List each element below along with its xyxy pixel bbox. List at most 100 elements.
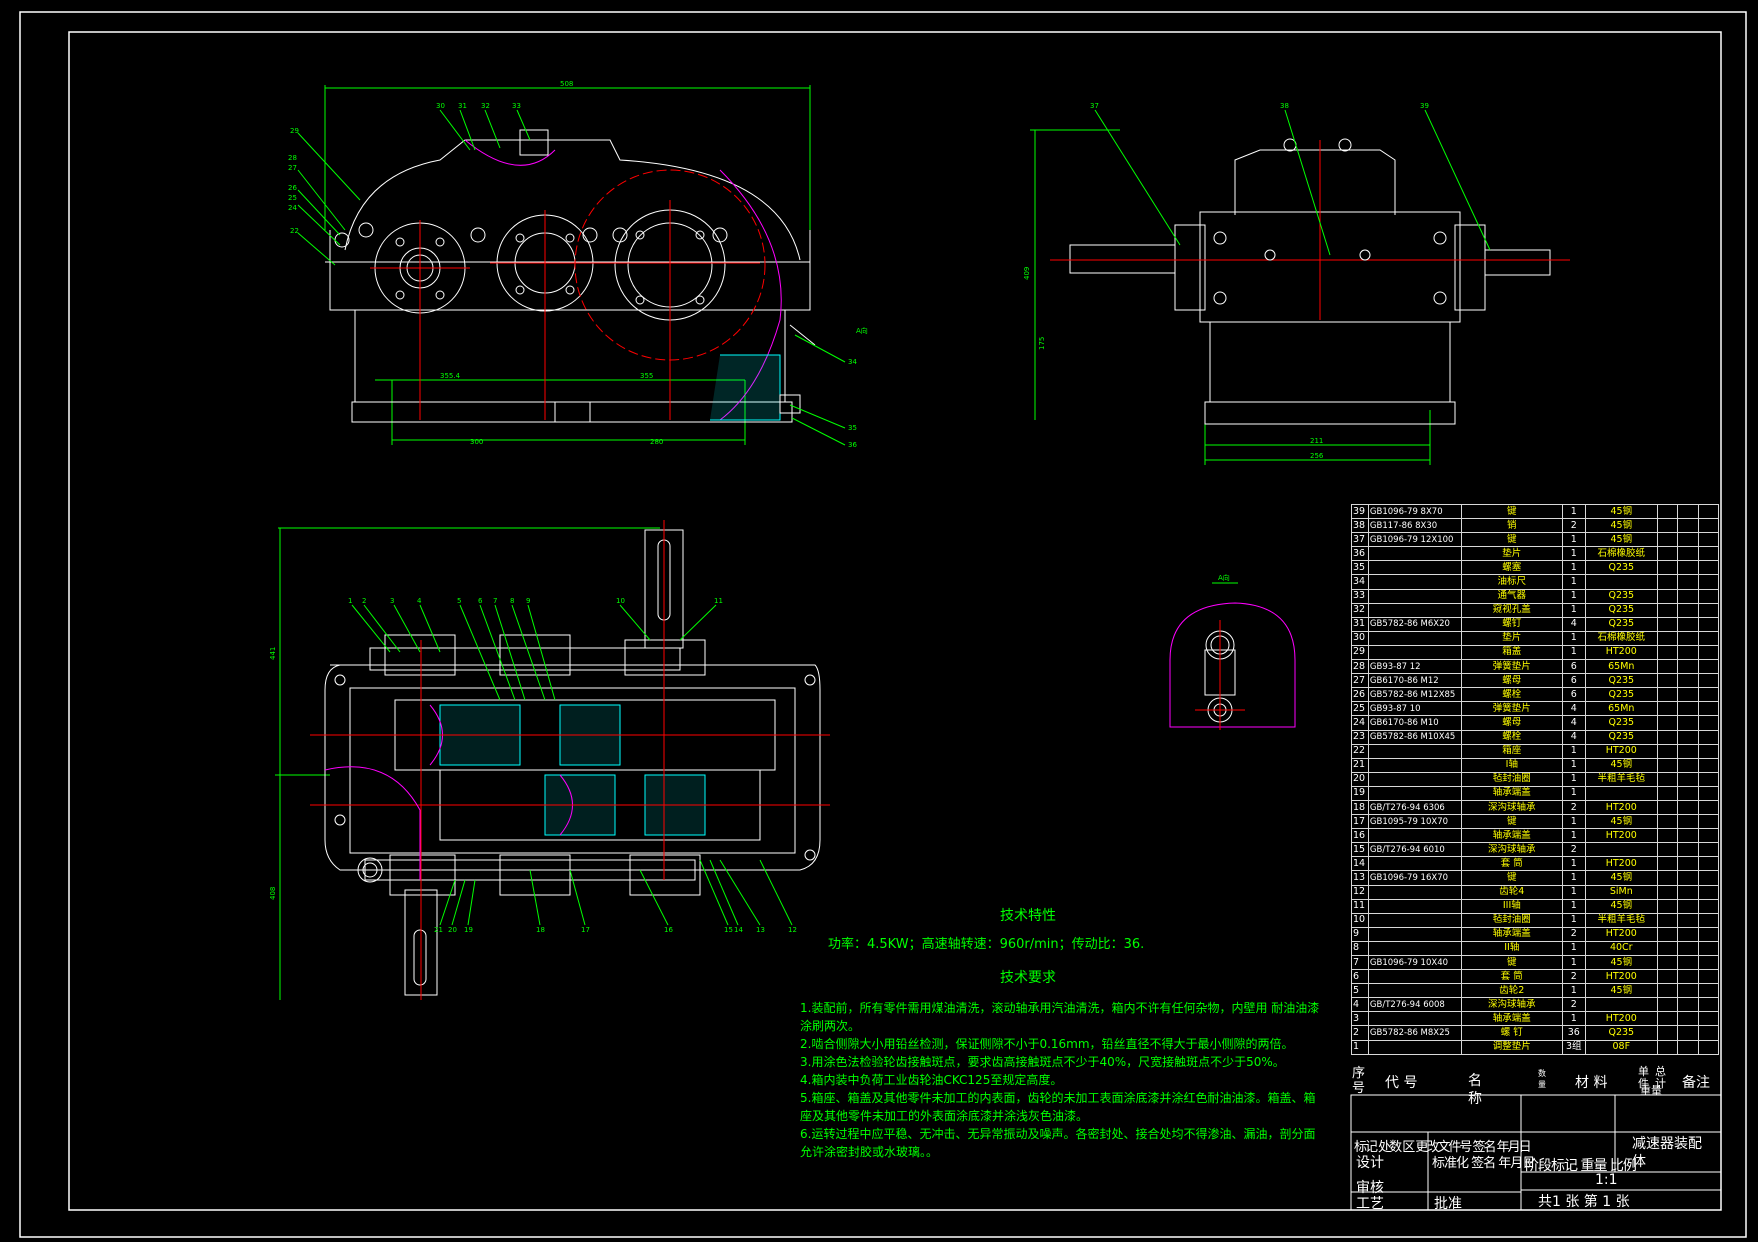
bom-cell-qty: 1: [1561, 828, 1586, 844]
bom-cell-no: 26: [1351, 687, 1369, 703]
bom-cell-empty: [1677, 602, 1699, 618]
bom-cell-name: III轴: [1460, 898, 1563, 914]
bom-cell-empty: [1656, 715, 1679, 731]
bom-cell-no: 9: [1351, 926, 1369, 942]
bom-cell-empty: [1697, 940, 1720, 957]
svg-text:280: 280: [650, 438, 663, 446]
bom-cell-no: 7: [1351, 954, 1369, 971]
bom-cell-name: 销: [1460, 518, 1563, 534]
bom-row: 15 GB/T276-94 6010 深沟球轴承 2: [1351, 842, 1720, 858]
bom-cell-name: 深沟球轴承: [1460, 842, 1563, 858]
bom-cell-empty: [1677, 785, 1699, 801]
bom-cell-no: 13: [1351, 870, 1369, 886]
bom-cell-qty: 2: [1561, 518, 1586, 534]
bom-cell-empty: [1697, 673, 1720, 689]
bom-cell-mat: 45钢: [1584, 518, 1658, 534]
bom-cell-empty: [1697, 602, 1720, 618]
bom-cell-empty: [1697, 969, 1720, 985]
bom-cell-empty: [1697, 757, 1720, 773]
bom-cell-no: 28: [1351, 659, 1369, 675]
svg-text:15: 15: [724, 926, 733, 934]
bom-row: 1 调整垫片 3组 08F: [1351, 1039, 1720, 1055]
bom-cell-code: [1367, 560, 1462, 576]
svg-text:19: 19: [464, 926, 473, 934]
svg-text:9: 9: [526, 597, 530, 605]
bom-cell-empty: [1697, 828, 1720, 844]
bom-cell-empty: [1677, 1039, 1699, 1055]
detail-a-view: A向: [1169, 573, 1296, 730]
bom-cell-no: 24: [1351, 715, 1369, 731]
bom-cell-empty: [1677, 757, 1699, 773]
bom-cell-empty: [1697, 884, 1720, 900]
bom-cell-name: 螺栓: [1460, 687, 1563, 703]
bom-row: 14 套 筒 1 HT200: [1351, 856, 1720, 872]
svg-text:300: 300: [470, 438, 483, 446]
bom-cell-name: 箱座: [1460, 743, 1563, 759]
bom-cell-mat: HT200: [1584, 856, 1658, 872]
svg-text:256: 256: [1310, 452, 1324, 460]
bom-row: 29 箱盖 1 HT200: [1351, 644, 1720, 661]
bom-cell-empty: [1697, 715, 1720, 731]
bom-cell-empty: [1677, 1025, 1699, 1041]
bom-cell-empty: [1697, 814, 1720, 830]
bom-cell-empty: [1656, 1025, 1679, 1041]
bom-cell-no: 6: [1351, 969, 1369, 985]
tb-process: 工艺: [1356, 1196, 1384, 1212]
tech-req-item: 3.用涂色法检验轮齿接触斑点，要求齿高接触斑点不少于40%，尺宽接触斑点不少于5…: [800, 1055, 1285, 1069]
tech-char-title: 技术特性: [1000, 908, 1056, 924]
bom-cell-empty: [1656, 560, 1679, 576]
bom-cell-empty: [1656, 842, 1679, 858]
bom-cell-empty: [1677, 870, 1699, 886]
bom-cell-mat: 45钢: [1584, 814, 1658, 830]
bom-cell-qty: 6: [1561, 673, 1586, 689]
bom-cell-mat: Q235: [1584, 560, 1658, 576]
bom-cell-no: 15: [1351, 842, 1369, 858]
bom-cell-empty: [1697, 1039, 1720, 1055]
bom-cell-mat: 45钢: [1584, 757, 1658, 773]
tb-drawing-name: 减速器装配体: [1632, 1136, 1702, 1170]
bom-cell-code: GB1096-79 12X100: [1367, 532, 1462, 548]
svg-text:14: 14: [734, 926, 743, 934]
bom-row: 6 套 筒 2 HT200: [1351, 969, 1720, 985]
bom-cell-empty: [1677, 659, 1699, 675]
bom-cell-qty: 2: [1561, 799, 1586, 816]
bom-cell-empty: [1677, 518, 1699, 534]
bom-cell-empty: [1697, 1025, 1720, 1041]
bom-cell-qty: 2: [1561, 969, 1586, 985]
bom-cell-mat: Q235: [1584, 1025, 1658, 1041]
bom-cell-empty: [1677, 940, 1699, 957]
bom-cell-name: 轴承端盖: [1460, 926, 1563, 942]
bom-cell-qty: 1: [1561, 884, 1586, 900]
bom-cell-empty: [1697, 997, 1720, 1013]
bom-cell-empty: [1656, 828, 1679, 844]
bom-cell-empty: [1697, 842, 1720, 858]
bom-cell-code: GB93-87 10: [1367, 701, 1462, 717]
bom-row: 34 油标尺 1: [1351, 574, 1720, 590]
bom-cell-code: GB5782-86 M6X20: [1367, 616, 1462, 632]
bom-cell-empty: [1656, 969, 1679, 985]
bom-cell-name: 弹簧垫片: [1460, 701, 1563, 717]
bom-cell-empty: [1656, 997, 1679, 1013]
bom-cell-code: [1367, 912, 1462, 928]
bom-cell-qty: 36: [1561, 1025, 1586, 1041]
bom-cell-no: 8: [1351, 940, 1369, 957]
bom-cell-name: 螺钉: [1460, 616, 1563, 632]
bom-cell-empty: [1656, 785, 1679, 801]
bom-row: 30 垫片 1 石棉橡胶纸: [1351, 630, 1720, 646]
bom-cell-no: 31: [1351, 616, 1369, 632]
bom-cell-code: GB6170-86 M10: [1367, 715, 1462, 731]
bom-cell-empty: [1656, 898, 1679, 914]
bom-cell-empty: [1677, 856, 1699, 872]
bom-row: 31 GB5782-86 M6X20 螺钉 4 Q235: [1351, 616, 1720, 632]
bom-cell-mat: Q235: [1584, 673, 1658, 689]
svg-text:16: 16: [664, 926, 673, 934]
bom-cell-mat: 45钢: [1584, 954, 1658, 971]
bom-cell-no: 30: [1351, 630, 1369, 646]
bom-cell-empty: [1677, 898, 1699, 914]
bom-cell-empty: [1656, 954, 1679, 971]
bom-cell-empty: [1697, 954, 1720, 971]
bom-cell-no: 21: [1351, 757, 1369, 773]
bom-cell-qty: 1: [1561, 757, 1586, 773]
svg-text:39: 39: [1420, 102, 1429, 110]
tech-req-item: 4.箱内装中负荷工业齿轮油CKC125至规定高度。: [800, 1073, 1063, 1087]
